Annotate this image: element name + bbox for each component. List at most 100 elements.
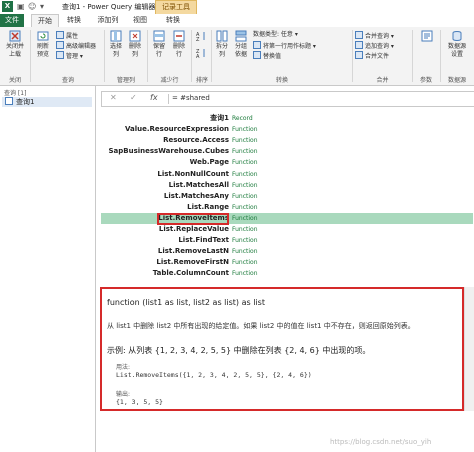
keep-rows-icon	[153, 30, 165, 42]
group-separator	[352, 30, 353, 82]
merge-files-button[interactable]: 合并文件	[355, 51, 389, 61]
sort-ascending-button[interactable]: AZ	[194, 30, 208, 43]
manage-button[interactable]: 管理 ▾	[56, 51, 83, 61]
data-source-icon	[452, 31, 462, 41]
record-key: SapBusinessWarehouse.Cubes	[108, 147, 229, 156]
cancel-formula-icon[interactable]: ✕	[110, 93, 117, 102]
svg-text:Z: Z	[196, 37, 200, 42]
record-key: List.MatchesAny	[163, 191, 229, 200]
record-value-link[interactable]: Function	[232, 191, 258, 202]
record-value-link[interactable]: Function	[232, 135, 258, 146]
keep-rows-label: 保留 行	[152, 43, 165, 58]
formula-bar: ✕ ✓ fx = #shared	[101, 91, 474, 107]
tab-home[interactable]: 开始	[31, 14, 59, 28]
record-value-link[interactable]: Function	[232, 146, 258, 157]
group-label-combine: 合并	[376, 77, 389, 84]
dropdown-icon[interactable]: ▾	[40, 2, 44, 11]
record-row[interactable]: List.NonNullCount Function	[101, 169, 473, 180]
highlight-box	[157, 213, 229, 225]
save-icon[interactable]: ▣	[17, 2, 25, 11]
advanced-editor-label: 高级编辑器	[66, 43, 97, 50]
remove-columns-button[interactable]: 删除 列	[126, 30, 144, 59]
group-label-sort: 排序	[195, 77, 208, 84]
split-column-button[interactable]: 拆分 列	[213, 30, 231, 59]
group-label-reduce-rows: 减少行	[160, 77, 179, 84]
record-row[interactable]: List.ReplaceValue Function	[101, 224, 473, 235]
record-value-link[interactable]: Function	[232, 157, 258, 168]
group-by-label: 分组 依据	[234, 43, 247, 58]
group-by-button[interactable]: 分组 依据	[232, 30, 250, 59]
merge-queries-button[interactable]: 合并查询 ▾	[355, 31, 394, 41]
record-value-link[interactable]: Function	[232, 246, 258, 257]
manage-parameters-button[interactable]	[415, 30, 439, 43]
record-row[interactable]: SapBusinessWarehouse.Cubes Function	[101, 146, 473, 157]
refresh-preview-label: 刷新 预览	[36, 43, 49, 58]
advanced-editor-button[interactable]: 高级编辑器	[56, 41, 96, 51]
first-row-header-button[interactable]: 将第一行用作标题 ▾	[253, 41, 316, 51]
record-row[interactable]: Value.ResourceExpression Function	[101, 124, 473, 135]
record-key: List.ReplaceValue	[158, 225, 229, 233]
tab-file[interactable]: 文件	[0, 14, 24, 27]
record-row[interactable]: List.RemoveLastN Function	[101, 246, 473, 257]
function-description: 从 list1 中删除 list2 中所有出现的给定值。如果 list2 中的值…	[107, 322, 415, 330]
group-separator	[191, 30, 192, 82]
watermark: https://blog.csdn.net/suo_yih	[330, 438, 432, 446]
keep-rows-button[interactable]: 保留 行	[150, 30, 168, 59]
refresh-icon	[37, 31, 49, 41]
record-key: List.FindText	[178, 236, 229, 245]
sort-descending-button[interactable]: ZA	[194, 47, 208, 60]
record-row[interactable]: Resource.Access Function	[101, 135, 473, 146]
group-separator	[30, 30, 31, 82]
record-row[interactable]: 查询1 Record	[101, 113, 473, 124]
queries-pane-header: 查询 [1]	[4, 90, 27, 97]
tab-record-transform[interactable]: 转换	[160, 14, 186, 27]
record-value-link[interactable]: Function	[232, 169, 258, 180]
formula-input[interactable]: = #shared	[172, 94, 210, 102]
refresh-preview-button[interactable]: 刷新 预览	[33, 30, 53, 59]
vertical-scrollbar[interactable]	[464, 287, 474, 411]
query-name: 查询1	[16, 98, 35, 106]
close-upload-button[interactable]: 关闭并 上载	[2, 30, 28, 59]
confirm-formula-icon[interactable]: ✓	[130, 93, 137, 102]
merge-queries-label: 合并查询	[365, 33, 390, 40]
smiley-icon[interactable]: ☺	[28, 2, 36, 11]
merge-files-icon	[355, 51, 363, 59]
split-column-label: 拆分 列	[215, 43, 228, 58]
record-value-link[interactable]: Function	[232, 257, 258, 268]
usage-code: List.RemoveItems({1, 2, 3, 4, 2, 5, 5}, …	[116, 371, 312, 379]
record-key: List.MatchesAll	[168, 180, 229, 189]
remove-rows-icon	[173, 30, 185, 42]
group-by-icon	[235, 30, 247, 42]
record-value-link[interactable]: Function	[232, 268, 258, 279]
remove-rows-button[interactable]: 删除 行	[170, 30, 188, 59]
tab-add-column[interactable]: 添加列	[92, 14, 124, 27]
record-value-link[interactable]: Function	[232, 213, 258, 224]
choose-columns-button[interactable]: 选择 列	[107, 30, 125, 59]
close-upload-icon	[9, 30, 21, 42]
query-list-item[interactable]: 查询1	[2, 97, 92, 107]
record-value-link[interactable]: Function	[232, 224, 258, 235]
ribbon: 关闭并 上载 刷新 预览 属性 高级编辑器 管理 ▾ 选择 列 删除 列 保留 …	[0, 27, 474, 86]
record-value-link[interactable]: Function	[232, 180, 258, 191]
record-row[interactable]: Table.ColumnCount Function	[101, 268, 473, 279]
record-row[interactable]: List.MatchesAll Function	[101, 180, 473, 191]
data-source-settings-button[interactable]: 数据源 设置	[442, 30, 472, 59]
append-queries-button[interactable]: 追加查询 ▾	[355, 41, 394, 51]
properties-button[interactable]: 属性	[56, 31, 78, 41]
replace-values-button[interactable]: 替换值	[253, 51, 281, 61]
record-row[interactable]: List.Range Function	[101, 202, 473, 213]
record-value-link[interactable]: Function	[232, 124, 258, 135]
record-value-link[interactable]: Function	[232, 202, 258, 213]
group-separator	[104, 30, 105, 82]
record-value-link[interactable]: Record	[232, 113, 253, 124]
record-key: List.NonNullCount	[157, 169, 229, 178]
tab-transform[interactable]: 转换	[62, 14, 86, 27]
record-row[interactable]: List.RemoveFirstN Function	[101, 257, 473, 268]
record-row[interactable]: List.MatchesAny Function	[101, 191, 473, 202]
record-row[interactable]: Web.Page Function	[101, 157, 473, 168]
record-value-link[interactable]: Function	[232, 235, 258, 246]
fx-icon[interactable]: fx	[150, 93, 158, 102]
data-type-dropdown[interactable]: 数据类型: 任意 ▾	[253, 31, 298, 39]
tab-view[interactable]: 视图	[128, 14, 152, 27]
record-row[interactable]: List.FindText Function	[101, 235, 473, 246]
